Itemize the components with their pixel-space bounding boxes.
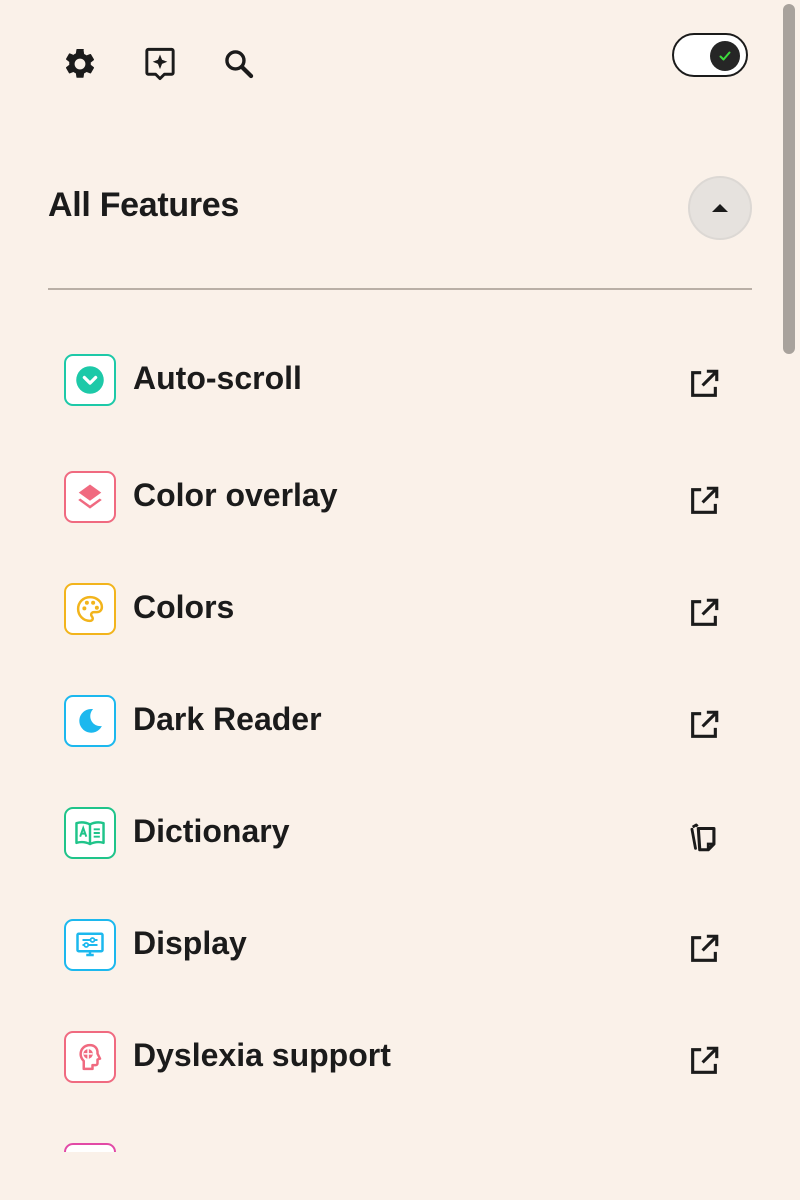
feature-icon-badge [64,695,116,747]
feature-icon-badge [64,1031,116,1083]
feature-panel: All Features Auto-scroll Color overlay C… [0,0,780,1152]
palette-icon [76,595,104,623]
open-external-icon[interactable] [684,705,724,745]
feature-item-auto-scroll[interactable]: Auto-scroll [64,354,744,418]
feature-label: Color overlay [133,477,338,513]
open-external-icon[interactable] [684,929,724,969]
feature-label: Dark Reader [133,701,322,737]
gear-icon[interactable] [60,44,100,84]
monitor-settings-icon [76,932,104,957]
feature-label: Dictionary [133,813,290,849]
scrollbar-thumb[interactable] [783,4,795,354]
partial-feature-icon [64,1143,116,1152]
feature-item-dark-reader[interactable]: Dark Reader [64,695,744,759]
head-brain-icon [79,1043,102,1071]
feature-item-color-overlay[interactable]: Color overlay [64,471,744,535]
feature-icon-badge [64,471,116,523]
feature-item-dictionary[interactable]: Dictionary [64,807,744,871]
feature-label: Display [133,925,247,961]
search-icon[interactable] [219,44,259,84]
open-external-icon[interactable] [684,593,724,633]
open-external-icon[interactable] [684,364,724,404]
feature-icon-badge [64,807,116,859]
feature-label: Auto-scroll [133,360,302,396]
moon-icon [79,708,102,733]
enable-toggle[interactable] [672,33,748,77]
feature-icon-badge [64,919,116,971]
feature-icon-badge [64,354,116,406]
sparkle-chat-icon[interactable] [140,44,180,84]
open-external-icon[interactable] [684,481,724,521]
feature-item-partial[interactable] [64,1143,744,1152]
book-translate-icon [75,821,105,846]
feature-label: Colors [133,589,235,625]
chevron-down-circle-icon [76,366,104,394]
feature-item-dyslexia-support[interactable]: Dyslexia support [64,1031,744,1095]
check-icon [719,51,731,61]
feature-icon-badge [64,583,116,635]
top-toolbar [0,0,780,130]
scrollbar[interactable] [780,0,800,1200]
layers-icon [78,484,102,509]
open-external-icon[interactable] [684,1041,724,1081]
feature-label: Dyslexia support [133,1037,391,1073]
caret-up-icon [712,204,728,212]
section-title: All Features [48,186,240,224]
copy-icon[interactable] [684,817,724,857]
section-divider [48,288,752,290]
toggle-knob [710,41,740,71]
feature-item-display[interactable]: Display [64,919,744,983]
collapse-button[interactable] [688,176,752,240]
feature-item-colors[interactable]: Colors [64,583,744,647]
